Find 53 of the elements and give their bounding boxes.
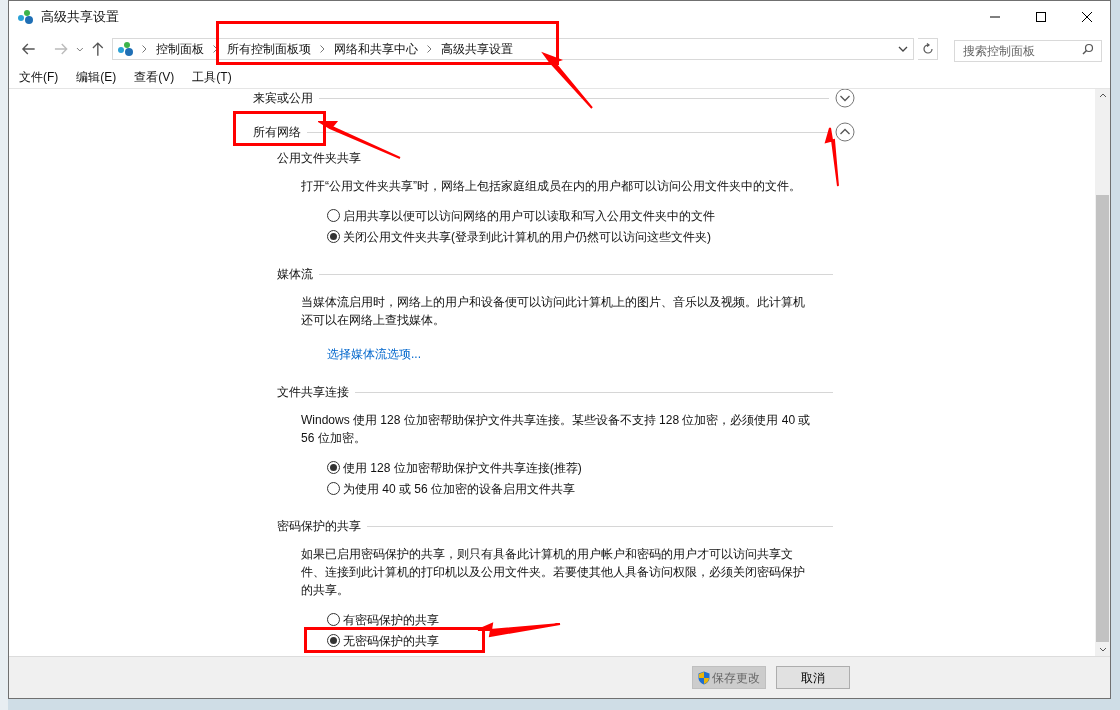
refresh-icon bbox=[921, 43, 934, 55]
refresh-button[interactable] bbox=[918, 38, 938, 60]
network-icon bbox=[17, 9, 35, 25]
menu-item[interactable]: 工具(T) bbox=[192, 67, 232, 86]
search-field[interactable]: 搜索控制面板 bbox=[954, 40, 1102, 62]
address-bar[interactable]: 控制面板 所有控制面板项 网络和共享中心 高级共享设置 bbox=[111, 38, 915, 60]
radio-label[interactable]: 使用 128 位加密帮助保护文件共享连接(推荐) bbox=[343, 458, 582, 477]
breadcrumb-item[interactable]: 所有控制面板项 bbox=[226, 40, 311, 58]
chevron-right-icon bbox=[212, 45, 218, 53]
breadcrumb-item[interactable]: 高级共享设置 bbox=[440, 40, 513, 58]
menu-item[interactable]: 查看(V) bbox=[134, 67, 175, 86]
section-heading: 文件共享连接 bbox=[277, 384, 349, 401]
description-text: 如果已启用密码保护的共享，则只有具备此计算机的用户帐户和密码的用户才可以访问共享文件、连接到此计算机的打印机以及公用文件夹。若要使其他人具备访问权限，必须关闭密码保护的共享。 bbox=[301, 546, 806, 599]
expand-icon[interactable] bbox=[835, 89, 855, 108]
radio-button[interactable] bbox=[327, 613, 340, 626]
radio-button[interactable] bbox=[327, 230, 340, 243]
network-icon bbox=[116, 41, 135, 57]
annotation-arrow bbox=[822, 126, 842, 188]
radio-label[interactable]: 有密码保护的共享 bbox=[343, 610, 439, 629]
radio-label[interactable]: 为使用 40 或 56 位加密的设备启用文件共享 bbox=[343, 479, 576, 498]
radio-button[interactable] bbox=[327, 634, 340, 647]
description-text: Windows 使用 128 位加密帮助保护文件共享连接。某些设备不支持 128 位加密，必须使用 40 或 56 位加密。 bbox=[301, 412, 812, 447]
radio-label[interactable]: 关闭公用文件夹共享(登录到此计算机的用户仍然可以访问这些文件夹) bbox=[343, 227, 711, 246]
radio-button[interactable] bbox=[327, 209, 340, 222]
window-title: 高级共享设置 bbox=[41, 8, 119, 27]
scrollbar-thumb[interactable] bbox=[1096, 195, 1109, 642]
shield-icon bbox=[698, 670, 710, 685]
profile-heading[interactable]: 来宾或公用 bbox=[253, 89, 313, 107]
radio-label[interactable]: 启用共享以便可以访问网络的用户可以读取和写入公用文件夹中的文件 bbox=[343, 206, 715, 225]
menu-item[interactable]: 文件(F) bbox=[19, 67, 59, 86]
radio-button[interactable] bbox=[327, 461, 340, 474]
chevron-right-icon bbox=[426, 45, 432, 53]
section-heading: 媒体流 bbox=[277, 266, 313, 283]
collapse-icon[interactable] bbox=[835, 122, 855, 142]
profile-heading[interactable]: 所有网络 bbox=[253, 123, 301, 141]
radio-label[interactable]: 无密码保护的共享 bbox=[343, 631, 439, 650]
breadcrumb-item[interactable]: 控制面板 bbox=[155, 40, 204, 58]
radio-button[interactable] bbox=[327, 482, 340, 495]
search-icon bbox=[1082, 43, 1094, 55]
save-changes-button[interactable]: 保存更改 bbox=[692, 666, 766, 689]
cancel-button[interactable]: 取消 bbox=[776, 666, 850, 689]
section-heading: 密码保护的共享 bbox=[277, 518, 361, 535]
annotation-arrow bbox=[540, 50, 595, 110]
media-options-link[interactable]: 选择媒体流选项... bbox=[327, 347, 421, 361]
breadcrumb-item[interactable]: 网络和共享中心 bbox=[333, 40, 418, 58]
section-heading: 公用文件夹共享 bbox=[277, 150, 361, 167]
up-arrow-icon[interactable] bbox=[89, 39, 106, 59]
description-text: 当媒体流启用时，网络上的用户和设备便可以访问此计算机上的图片、音乐以及视频。此计算机还可以在网络上查找媒体。 bbox=[301, 294, 806, 329]
menu-item[interactable]: 编辑(E) bbox=[76, 67, 117, 86]
scrollbar[interactable] bbox=[1095, 89, 1110, 656]
chevron-right-icon bbox=[319, 45, 325, 53]
description-text: 打开“公用文件夹共享”时，网络上包括家庭组成员在内的用户都可以访问公用文件夹中的文件。 bbox=[301, 178, 802, 195]
chevron-right-icon bbox=[141, 45, 147, 53]
